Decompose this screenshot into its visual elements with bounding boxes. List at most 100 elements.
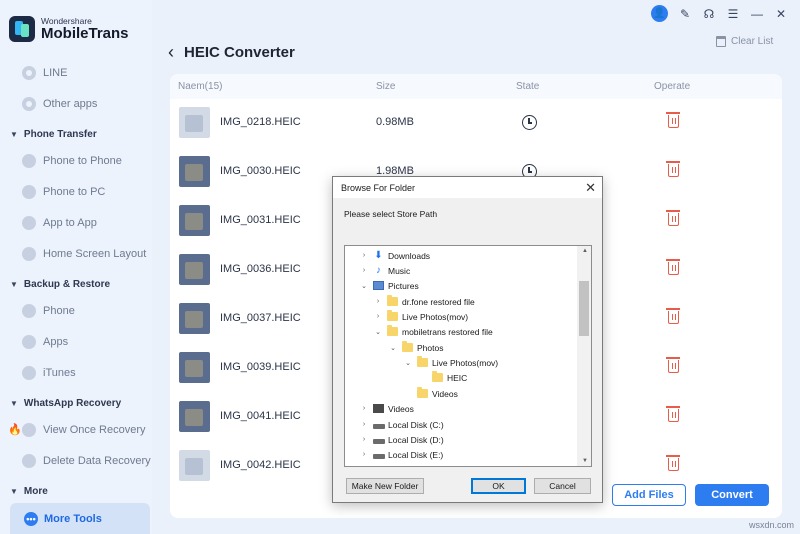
- sidebar-item-phone-to-phone[interactable]: Phone to Phone: [22, 149, 122, 173]
- table-header: Naem(15) Size State Operate: [170, 74, 782, 99]
- delete-trash-icon[interactable]: [666, 210, 680, 226]
- table-row[interactable]: IMG_0218.HEIC 0.98MB: [170, 99, 782, 148]
- sidebar-item-label: Phone to Phone: [43, 155, 122, 167]
- expand-chevron-icon[interactable]: ›: [359, 436, 369, 443]
- sidebar-item-label: Apps: [43, 336, 69, 348]
- scroll-down-arrow-icon[interactable]: ▼: [582, 458, 588, 464]
- column-state: State: [516, 81, 540, 92]
- clear-list-button[interactable]: Clear List: [716, 36, 773, 47]
- delete-trash-icon[interactable]: [666, 357, 680, 373]
- delete-trash-icon[interactable]: [666, 406, 680, 422]
- menu-icon[interactable]: ☰: [726, 7, 740, 21]
- hard-drive-icon: [373, 438, 385, 444]
- expand-chevron-icon[interactable]: ›: [359, 405, 369, 412]
- window-controls: 👤 ✎ ☊ ☰ — ✕: [651, 5, 788, 22]
- sidebar-item-more-tools[interactable]: ••• More Tools: [10, 503, 150, 534]
- tree-node-label: dr.fone restored file: [402, 296, 475, 307]
- expand-chevron-icon[interactable]: ›: [373, 313, 383, 320]
- tree-node-heic[interactable]: HEIC: [418, 370, 467, 385]
- user-avatar-icon[interactable]: 👤: [651, 5, 668, 22]
- tree-node-disk-e[interactable]: › Local Disk (E:): [359, 447, 443, 462]
- sidebar-item-app-to-app[interactable]: App to App: [22, 211, 97, 235]
- expand-chevron-icon[interactable]: ›: [359, 451, 369, 458]
- section-whatsapp-recovery[interactable]: ▼ WhatsApp Recovery: [10, 395, 121, 411]
- tree-node-pictures[interactable]: ⌄ Pictures: [359, 278, 419, 293]
- sidebar-item-line[interactable]: LINE: [22, 61, 67, 85]
- minimize-icon[interactable]: —: [750, 7, 764, 21]
- collapse-chevron-icon[interactable]: ⌄: [388, 344, 398, 352]
- download-folder-icon: ⬇: [374, 249, 383, 261]
- folder-icon: [432, 371, 443, 382]
- tree-scrollbar[interactable]: ▲ ▼: [577, 246, 591, 466]
- watermark: wsxdn.com: [748, 520, 794, 530]
- tree-node-photos[interactable]: ⌄ Photos: [388, 340, 443, 355]
- sidebar-item-label: Home Screen Layout: [43, 248, 147, 260]
- tree-node-videos-sub[interactable]: Videos: [403, 386, 458, 401]
- delete-trash-icon[interactable]: [666, 161, 680, 177]
- folder-tree[interactable]: › ⬇ Downloads › ♪ Music ⌄ Pictures › dr.…: [344, 245, 592, 467]
- tree-node-label: Local Disk (D:): [388, 434, 444, 445]
- section-backup-restore[interactable]: ▼ Backup & Restore: [10, 276, 110, 292]
- tree-node-videos[interactable]: › Videos: [359, 401, 414, 416]
- section-phone-transfer[interactable]: ▼ Phone Transfer: [10, 126, 97, 142]
- hard-drive-icon: [373, 423, 385, 429]
- tree-node-label: Videos: [388, 403, 414, 414]
- file-name: IMG_0037.HEIC: [220, 312, 301, 324]
- collapse-triangle-icon: ▼: [10, 486, 18, 496]
- headset-support-icon[interactable]: ☊: [702, 7, 716, 21]
- folder-icon: [387, 310, 398, 321]
- music-folder-icon: ♪: [376, 265, 381, 276]
- scroll-up-arrow-icon[interactable]: ▲: [582, 248, 588, 254]
- convert-button[interactable]: Convert: [695, 484, 769, 506]
- tree-node-downloads[interactable]: › ⬇ Downloads: [359, 248, 430, 263]
- collapse-chevron-icon[interactable]: ⌄: [403, 359, 413, 367]
- phone-backup-icon: [22, 304, 36, 318]
- sidebar-item-label: Phone: [43, 305, 75, 317]
- section-more[interactable]: ▼ More: [10, 483, 48, 499]
- image-thumbnail: [179, 352, 210, 383]
- delete-trash-icon[interactable]: [666, 259, 680, 275]
- collapse-triangle-icon: ▼: [10, 279, 18, 289]
- sidebar-item-apps[interactable]: Apps: [22, 330, 68, 354]
- scrollbar-thumb[interactable]: [579, 281, 589, 336]
- sidebar-item-home-screen-layout[interactable]: Home Screen Layout: [22, 242, 146, 266]
- videos-folder-icon: [373, 404, 384, 413]
- collapse-chevron-icon[interactable]: ⌄: [359, 282, 369, 290]
- ok-button[interactable]: OK: [471, 478, 526, 494]
- sidebar-item-other-apps[interactable]: Other apps: [22, 92, 97, 116]
- tree-node-live-photos[interactable]: › Live Photos(mov): [373, 309, 468, 324]
- section-title: Backup & Restore: [23, 278, 111, 290]
- back-chevron-icon[interactable]: ‹: [168, 42, 174, 63]
- sidebar-item-label: View Once Recovery: [43, 424, 146, 436]
- cancel-button[interactable]: Cancel: [534, 478, 591, 494]
- browse-folder-dialog: Browse For Folder ✕ Please select Store …: [332, 176, 603, 503]
- folder-icon: [417, 387, 428, 398]
- expand-chevron-icon[interactable]: ›: [359, 252, 369, 259]
- delete-trash-icon[interactable]: [666, 455, 680, 471]
- feedback-edit-icon[interactable]: ✎: [678, 7, 692, 21]
- make-new-folder-button[interactable]: Make New Folder: [346, 478, 424, 494]
- expand-chevron-icon[interactable]: ›: [373, 298, 383, 305]
- tree-node-music[interactable]: › ♪ Music: [359, 263, 410, 278]
- sidebar-item-view-once-recovery[interactable]: View Once Recovery: [22, 418, 146, 442]
- tree-node-drfone-restored[interactable]: › dr.fone restored file: [373, 294, 475, 309]
- expand-chevron-icon[interactable]: ›: [359, 267, 369, 274]
- sidebar-item-phone[interactable]: Phone: [22, 299, 75, 323]
- sidebar-item-itunes[interactable]: iTunes: [22, 361, 76, 385]
- expand-chevron-icon[interactable]: ›: [359, 421, 369, 428]
- more-tools-icon: •••: [24, 511, 38, 526]
- sidebar-item-delete-data-recovery[interactable]: Delete Data Recovery: [22, 449, 151, 473]
- dialog-close-icon[interactable]: ✕: [585, 180, 596, 196]
- delete-trash-icon[interactable]: [666, 112, 680, 128]
- add-files-button[interactable]: Add Files: [612, 484, 686, 506]
- collapse-chevron-icon[interactable]: ⌄: [373, 328, 383, 336]
- tree-node-mobiletrans-restored[interactable]: ⌄ mobiletrans restored file: [373, 324, 493, 339]
- line-icon: [22, 66, 36, 80]
- tree-node-disk-c[interactable]: › Local Disk (C:): [359, 417, 444, 432]
- tree-node-disk-d[interactable]: › Local Disk (D:): [359, 432, 444, 447]
- delete-trash-icon[interactable]: [666, 308, 680, 324]
- sidebar-item-phone-to-pc[interactable]: Phone to PC: [22, 180, 105, 204]
- tree-node-live-photos-sub[interactable]: ⌄ Live Photos(mov): [403, 355, 498, 370]
- close-icon[interactable]: ✕: [774, 7, 788, 21]
- clear-trash-icon: [716, 36, 726, 47]
